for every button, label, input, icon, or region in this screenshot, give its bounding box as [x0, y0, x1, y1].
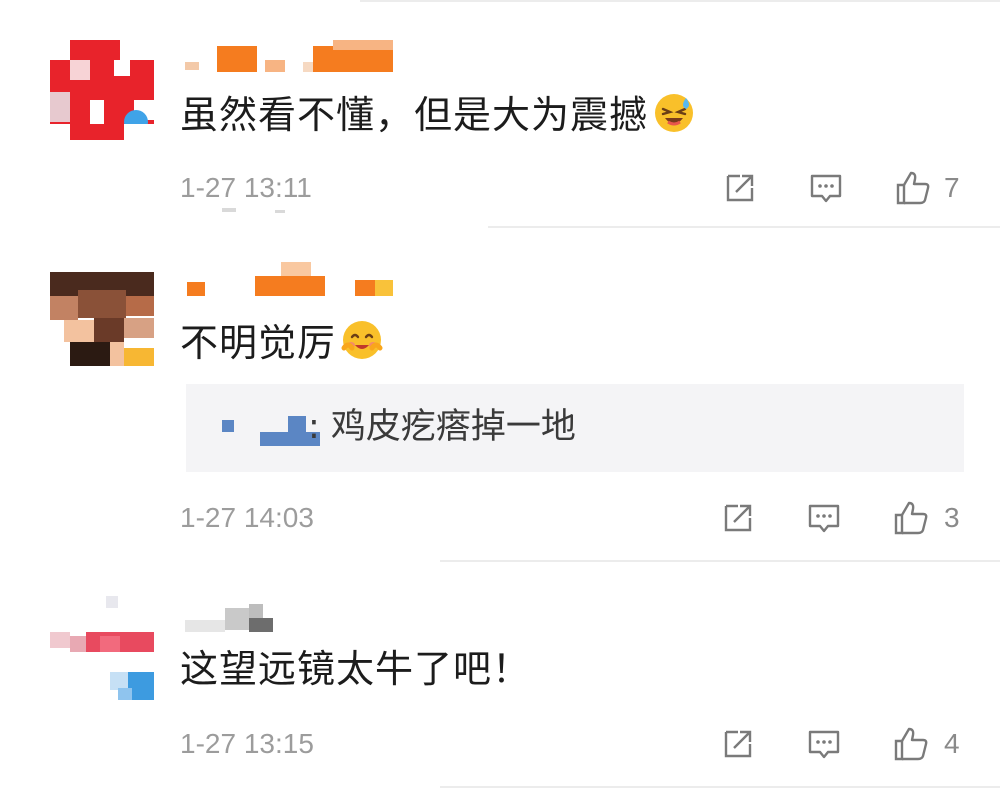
divider — [440, 560, 1000, 562]
comment-text: 这望远镜太牛了吧！ — [180, 646, 531, 692]
comment-icon[interactable] — [804, 724, 844, 764]
username-censored[interactable] — [185, 598, 405, 632]
comment-time: 1-27 13:15 — [180, 728, 314, 759]
like-count: 3 — [944, 502, 960, 533]
avatar[interactable] — [50, 596, 154, 700]
comment-meta: 1-27 13:11 7 — [180, 168, 970, 212]
thumbs-up-icon[interactable] — [890, 724, 930, 764]
top-divider — [360, 0, 1000, 2]
divider — [488, 226, 1000, 228]
like-count: 7 — [944, 172, 960, 203]
comment-time: 1-27 13:11 — [180, 172, 312, 203]
comment-meta: 1-27 13:15 4 — [180, 724, 970, 768]
divider — [440, 786, 1000, 788]
blushing-smile-emoji — [340, 318, 384, 362]
comment-text-content: 虽然看不懂，但是大为震撼 — [180, 93, 649, 137]
thumbs-up-icon[interactable] — [890, 498, 930, 538]
share-icon[interactable] — [718, 498, 758, 538]
reply-box[interactable]: : 鸡皮疙瘩掉一地 — [186, 384, 964, 472]
comment-text-content: 这望远镜太牛了吧！ — [180, 647, 532, 691]
username-censored[interactable] — [185, 262, 405, 296]
like-count: 4 — [944, 728, 960, 759]
comment-meta: 1-27 14:03 3 — [180, 498, 970, 542]
laughing-tears-emoji — [652, 90, 696, 134]
avatar[interactable] — [50, 40, 154, 144]
username-censored[interactable] — [185, 40, 405, 72]
reply-text: : 鸡皮疙瘩掉一地 — [308, 407, 576, 447]
avatar[interactable] — [50, 262, 154, 366]
comment-text: 不明觉厉 — [180, 318, 384, 366]
share-icon[interactable] — [718, 724, 758, 764]
share-icon[interactable] — [720, 168, 760, 208]
comment-time: 1-27 14:03 — [180, 502, 314, 533]
comment-icon[interactable] — [806, 168, 846, 208]
comment-text-content: 不明觉厉 — [180, 321, 337, 365]
reply-username-censored[interactable] — [222, 414, 320, 446]
comment-text: 虽然看不懂，但是大为震撼 — [180, 90, 696, 138]
thumbs-up-icon[interactable] — [892, 168, 932, 208]
comment-icon[interactable] — [804, 498, 844, 538]
